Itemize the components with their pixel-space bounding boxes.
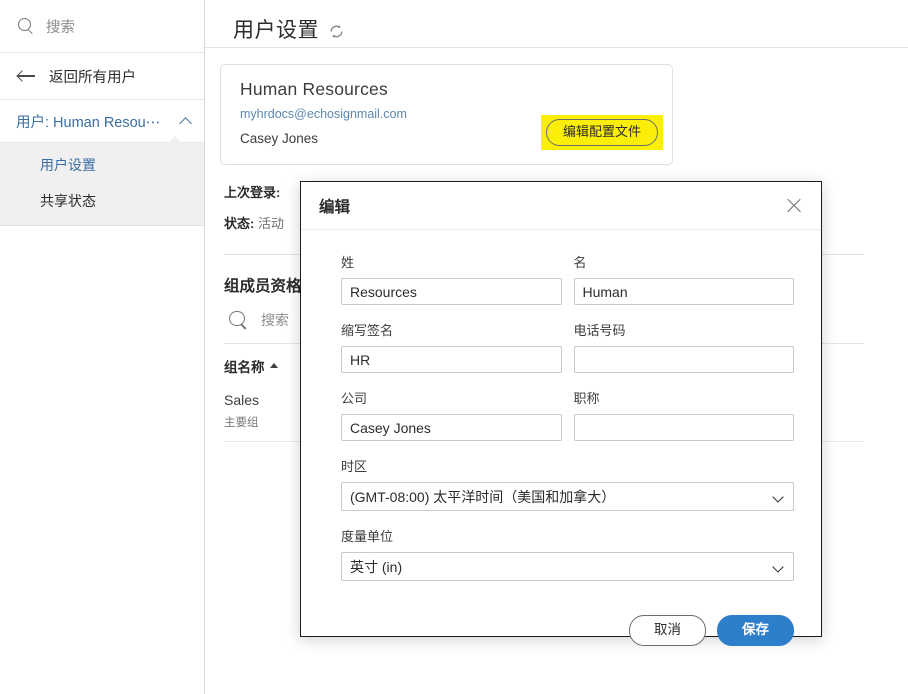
dialog-title: 编辑 — [319, 198, 351, 216]
page-header: 用户设置 — [205, 0, 908, 47]
sidebar-item-user-settings-label: 用户设置 — [40, 157, 96, 173]
field-units: 度量单位 英寸 (in) — [341, 526, 794, 581]
field-last-name: 姓 — [341, 252, 562, 305]
initials-input[interactable] — [341, 346, 562, 373]
first-name-input[interactable] — [573, 278, 794, 305]
sidebar-item-sharing-status-label: 共享状态 — [40, 193, 96, 209]
dialog-footer: 取消 保存 — [301, 596, 821, 647]
user-card: Human Resources myhrdocs@echosignmail.co… — [220, 64, 673, 165]
first-name-label: 名 — [573, 255, 587, 270]
chevron-up-icon[interactable] — [179, 115, 192, 128]
job-title-label: 职称 — [573, 391, 600, 406]
save-button[interactable]: 保存 — [717, 615, 794, 647]
edit-profile-dialog: 编辑 姓 名 缩写签名 电话号码 — [300, 181, 822, 647]
units-label: 度量单位 — [341, 529, 394, 544]
last-name-label: 姓 — [341, 255, 355, 270]
sidebar-item-sharing-status[interactable]: 共享状态 — [0, 183, 204, 219]
last-login-label: 上次登录: — [224, 185, 281, 200]
dialog-header: 编辑 — [301, 182, 821, 230]
sidebar-search[interactable]: 搜索 — [0, 0, 204, 53]
page-title: 用户设置 — [233, 18, 319, 42]
refresh-icon[interactable] — [328, 23, 345, 40]
field-timezone: 时区 (GMT-08:00) 太平洋时间（美国和加拿大） — [341, 456, 794, 511]
dialog-body: 姓 名 缩写签名 电话号码 — [301, 230, 821, 581]
job-title-input[interactable] — [573, 414, 794, 441]
timezone-label: 时区 — [341, 459, 368, 474]
sidebar-user-node-label: 用户: Human Resou⋯ — [16, 114, 161, 131]
sidebar-search-placeholder: 搜索 — [46, 19, 75, 36]
close-icon[interactable] — [781, 193, 807, 219]
field-row-name: 姓 名 — [341, 252, 794, 305]
sidebar-item-user-settings[interactable]: 用户设置 — [0, 147, 204, 183]
sort-ascending-icon — [269, 363, 278, 368]
timezone-select[interactable]: (GMT-08:00) 太平洋时间（美国和加拿大） — [341, 482, 794, 511]
back-to-all-users-link[interactable]: 返回所有用户 — [0, 53, 204, 100]
company-label: 公司 — [341, 391, 368, 406]
arrow-left-icon — [18, 70, 35, 82]
group-name-column-label: 组名称 — [224, 360, 265, 375]
phone-label: 电话号码 — [573, 323, 626, 338]
units-select[interactable]: 英寸 (in) — [341, 552, 794, 581]
search-icon — [18, 18, 34, 34]
group-search-placeholder: 搜索 — [261, 312, 289, 328]
app-root: 搜索 返回所有用户 用户: Human Resou⋯ 用户设置 共享状态 用户设… — [0, 0, 908, 694]
field-row-company-title: 公司 职称 — [341, 388, 794, 441]
field-company: 公司 — [341, 388, 562, 441]
edit-profile-highlight: 编辑配置文件 — [540, 115, 663, 150]
initials-label: 缩写签名 — [341, 323, 394, 338]
company-input[interactable] — [341, 414, 562, 441]
field-job-title: 职称 — [573, 388, 794, 441]
field-initials: 缩写签名 — [341, 320, 562, 373]
user-card-name: Human Resources — [240, 79, 388, 99]
field-first-name: 名 — [573, 252, 794, 305]
phone-input[interactable] — [573, 346, 794, 373]
search-icon — [229, 310, 248, 330]
units-select-wrap: 英寸 (in) — [341, 552, 794, 581]
edit-profile-button[interactable]: 编辑配置文件 — [545, 119, 658, 146]
last-name-input[interactable] — [341, 278, 562, 305]
status-value: 活动 — [257, 216, 284, 231]
timezone-select-wrap: (GMT-08:00) 太平洋时间（美国和加拿大） — [341, 482, 794, 511]
field-row-initials-phone: 缩写签名 电话号码 — [341, 320, 794, 373]
cancel-button[interactable]: 取消 — [629, 615, 706, 647]
sidebar-sub-list: 用户设置 共享状态 — [0, 136, 204, 226]
field-phone: 电话号码 — [573, 320, 794, 373]
header-divider — [205, 47, 908, 48]
sidebar: 搜索 返回所有用户 用户: Human Resou⋯ 用户设置 共享状态 — [0, 0, 205, 694]
back-to-all-users-label: 返回所有用户 — [49, 69, 136, 86]
status-label: 状态: — [224, 216, 255, 231]
